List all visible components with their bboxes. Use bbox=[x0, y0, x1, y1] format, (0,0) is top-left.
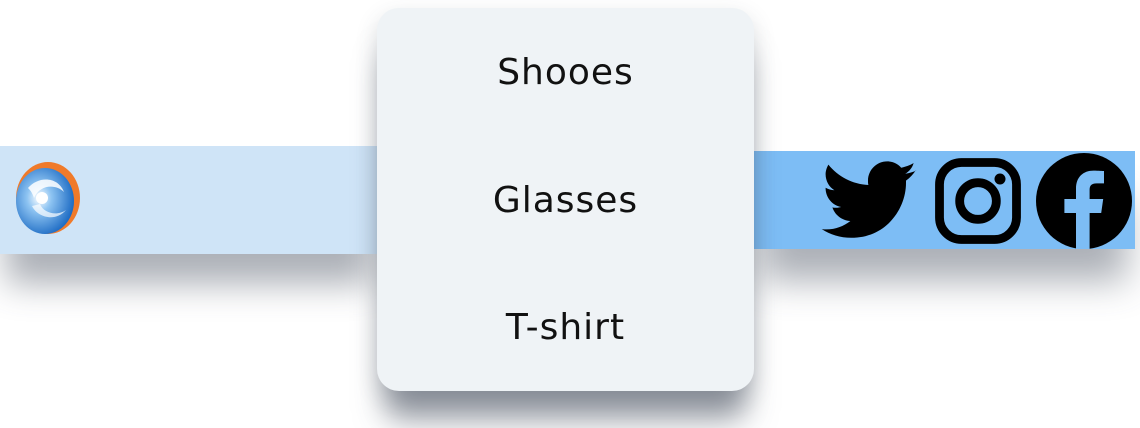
twitter-icon[interactable] bbox=[820, 155, 920, 247]
menu-item-glasses[interactable]: Glasses bbox=[377, 180, 754, 221]
navbar-right bbox=[754, 151, 1135, 249]
page: Shooes Glasses T-shirt bbox=[0, 0, 1140, 428]
navbar-left bbox=[0, 146, 378, 254]
menu-item-tshirt[interactable]: T-shirt bbox=[377, 307, 754, 348]
instagram-icon[interactable] bbox=[932, 155, 1024, 247]
brand-logo-icon[interactable] bbox=[12, 158, 84, 242]
menu-item-shoes[interactable]: Shooes bbox=[377, 52, 754, 93]
dropdown-menu: Shooes Glasses T-shirt bbox=[377, 8, 754, 391]
facebook-icon[interactable] bbox=[1034, 153, 1134, 249]
